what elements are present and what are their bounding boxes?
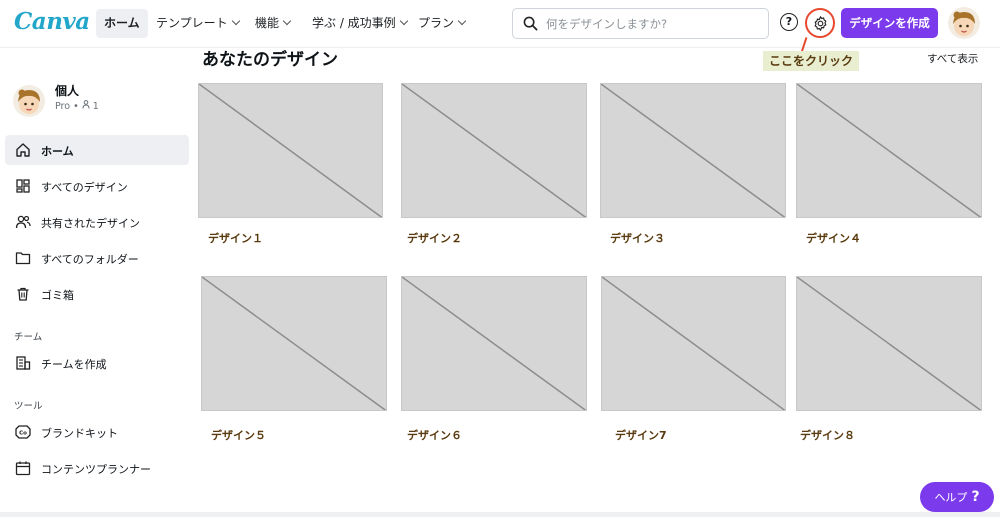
section-tools-heading: ツール	[14, 401, 43, 412]
design-thumbnail[interactable]	[401, 83, 587, 218]
annotation-callout: ここをクリック	[763, 51, 859, 71]
shared-users-icon	[15, 215, 31, 229]
profile-name[interactable]: 個人	[55, 82, 79, 99]
person-icon	[82, 100, 93, 112]
help-button-label: ヘルプ	[934, 491, 968, 504]
design-thumbnail[interactable]	[601, 276, 786, 411]
folder-icon	[15, 252, 31, 265]
placeholder-image	[602, 277, 785, 410]
sidebar-item-home[interactable]: ホーム	[5, 135, 189, 165]
sidebar-item-shared[interactable]: 共有されたデザイン	[5, 207, 189, 237]
brand-kit-icon: Co	[15, 425, 31, 439]
profile-avatar[interactable]	[13, 85, 45, 117]
design-thumbnail[interactable]	[600, 83, 786, 218]
sidebar-item-create-team[interactable]: チームを作成	[5, 348, 189, 378]
sidebar-item-label: 共有されたデザイン	[41, 217, 140, 230]
placeholder-image	[601, 84, 785, 217]
chevron-down-icon	[399, 16, 408, 26]
chevron-down-icon	[231, 16, 240, 26]
svg-text:Co: Co	[19, 431, 27, 437]
nav-home[interactable]: ホーム	[96, 9, 148, 38]
help-icon[interactable]: ?	[780, 13, 798, 31]
top-header: Canva ホーム テンプレート 機能 学ぶ / 成功事例 プラン 何をデザイン…	[0, 0, 1000, 48]
placeholder-image	[402, 277, 586, 410]
search-input[interactable]: 何をデザインしますか?	[512, 8, 769, 39]
calendar-icon	[15, 461, 31, 476]
design-title[interactable]: デザイン7	[615, 427, 667, 443]
sidebar-item-label: すべてのデザイン	[41, 181, 128, 194]
avatar[interactable]	[948, 7, 980, 39]
nav-home-label: ホーム	[104, 16, 140, 30]
nav-learn-label: 学ぶ / 成功事例	[312, 16, 396, 30]
section-team-heading: チーム	[14, 332, 43, 343]
page-title: あなたのデザイン	[202, 50, 338, 70]
sidebar-item-folders[interactable]: すべてのフォルダー	[5, 243, 189, 273]
nav-plans[interactable]: プラン	[410, 9, 473, 38]
search-icon	[523, 16, 538, 31]
placeholder-image	[199, 84, 382, 217]
design-thumbnail[interactable]	[401, 276, 587, 411]
help-button[interactable]: ヘルプ?	[920, 482, 994, 512]
design-title[interactable]: デザイン２	[407, 230, 462, 246]
nav-features-label: 機能	[255, 16, 280, 30]
sidebar-item-label: すべてのフォルダー	[41, 253, 139, 266]
sidebar-item-label: ゴミ箱	[41, 289, 74, 302]
question-icon: ?	[971, 489, 980, 505]
design-thumbnail[interactable]	[796, 276, 982, 411]
settings-button[interactable]	[805, 8, 835, 38]
nav-plans-label: プラン	[418, 16, 455, 30]
sidebar-item-trash[interactable]: ゴミ箱	[5, 279, 189, 309]
chevron-down-icon	[457, 16, 467, 26]
placeholder-image	[202, 277, 386, 410]
sidebar-item-content-planner[interactable]: コンテンツプランナー	[5, 453, 189, 483]
design-thumbnail[interactable]	[201, 276, 387, 411]
design-title[interactable]: デザイン４	[806, 230, 861, 246]
member-count: 1	[92, 101, 99, 112]
home-icon	[16, 143, 30, 157]
see-all-link[interactable]: すべて表示	[927, 51, 978, 66]
design-thumbnail[interactable]	[796, 83, 982, 218]
search-placeholder: 何をデザインしますか?	[546, 17, 668, 31]
profile-plan-info: Pro • 1	[55, 100, 99, 112]
chevron-down-icon	[282, 16, 292, 26]
design-title[interactable]: デザイン１	[208, 230, 263, 246]
sidebar-item-label: コンテンツプランナー	[41, 463, 151, 476]
nav-learn[interactable]: 学ぶ / 成功事例	[304, 9, 415, 38]
placeholder-image	[797, 277, 981, 410]
placeholder-image	[402, 84, 586, 217]
canva-logo[interactable]: Canva	[14, 8, 90, 35]
design-title[interactable]: デザイン３	[610, 230, 665, 246]
sidebar-item-brand-kit[interactable]: Co ブランドキット	[5, 417, 189, 447]
grid-icon	[16, 179, 30, 193]
trash-icon	[17, 287, 29, 301]
building-icon	[16, 356, 31, 370]
design-title[interactable]: デザイン５	[211, 427, 266, 443]
nav-features[interactable]: 機能	[247, 9, 298, 38]
gear-icon	[814, 16, 827, 31]
nav-templates[interactable]: テンプレート	[148, 9, 247, 38]
nav-templates-label: テンプレート	[156, 16, 228, 30]
sidebar-item-all-designs[interactable]: すべてのデザイン	[5, 171, 189, 201]
plan-label: Pro	[55, 101, 71, 112]
sidebar-item-label: チームを作成	[41, 358, 107, 371]
sidebar-item-label: ホーム	[41, 145, 74, 158]
sidebar-item-label: ブランドキット	[41, 427, 118, 440]
design-thumbnail[interactable]	[198, 83, 383, 218]
placeholder-image	[797, 84, 981, 217]
bottom-scroll-edge	[0, 512, 1000, 517]
create-design-button[interactable]: デザインを作成	[841, 8, 938, 38]
design-title[interactable]: デザイン６	[407, 427, 462, 443]
design-title[interactable]: デザイン８	[800, 427, 855, 443]
